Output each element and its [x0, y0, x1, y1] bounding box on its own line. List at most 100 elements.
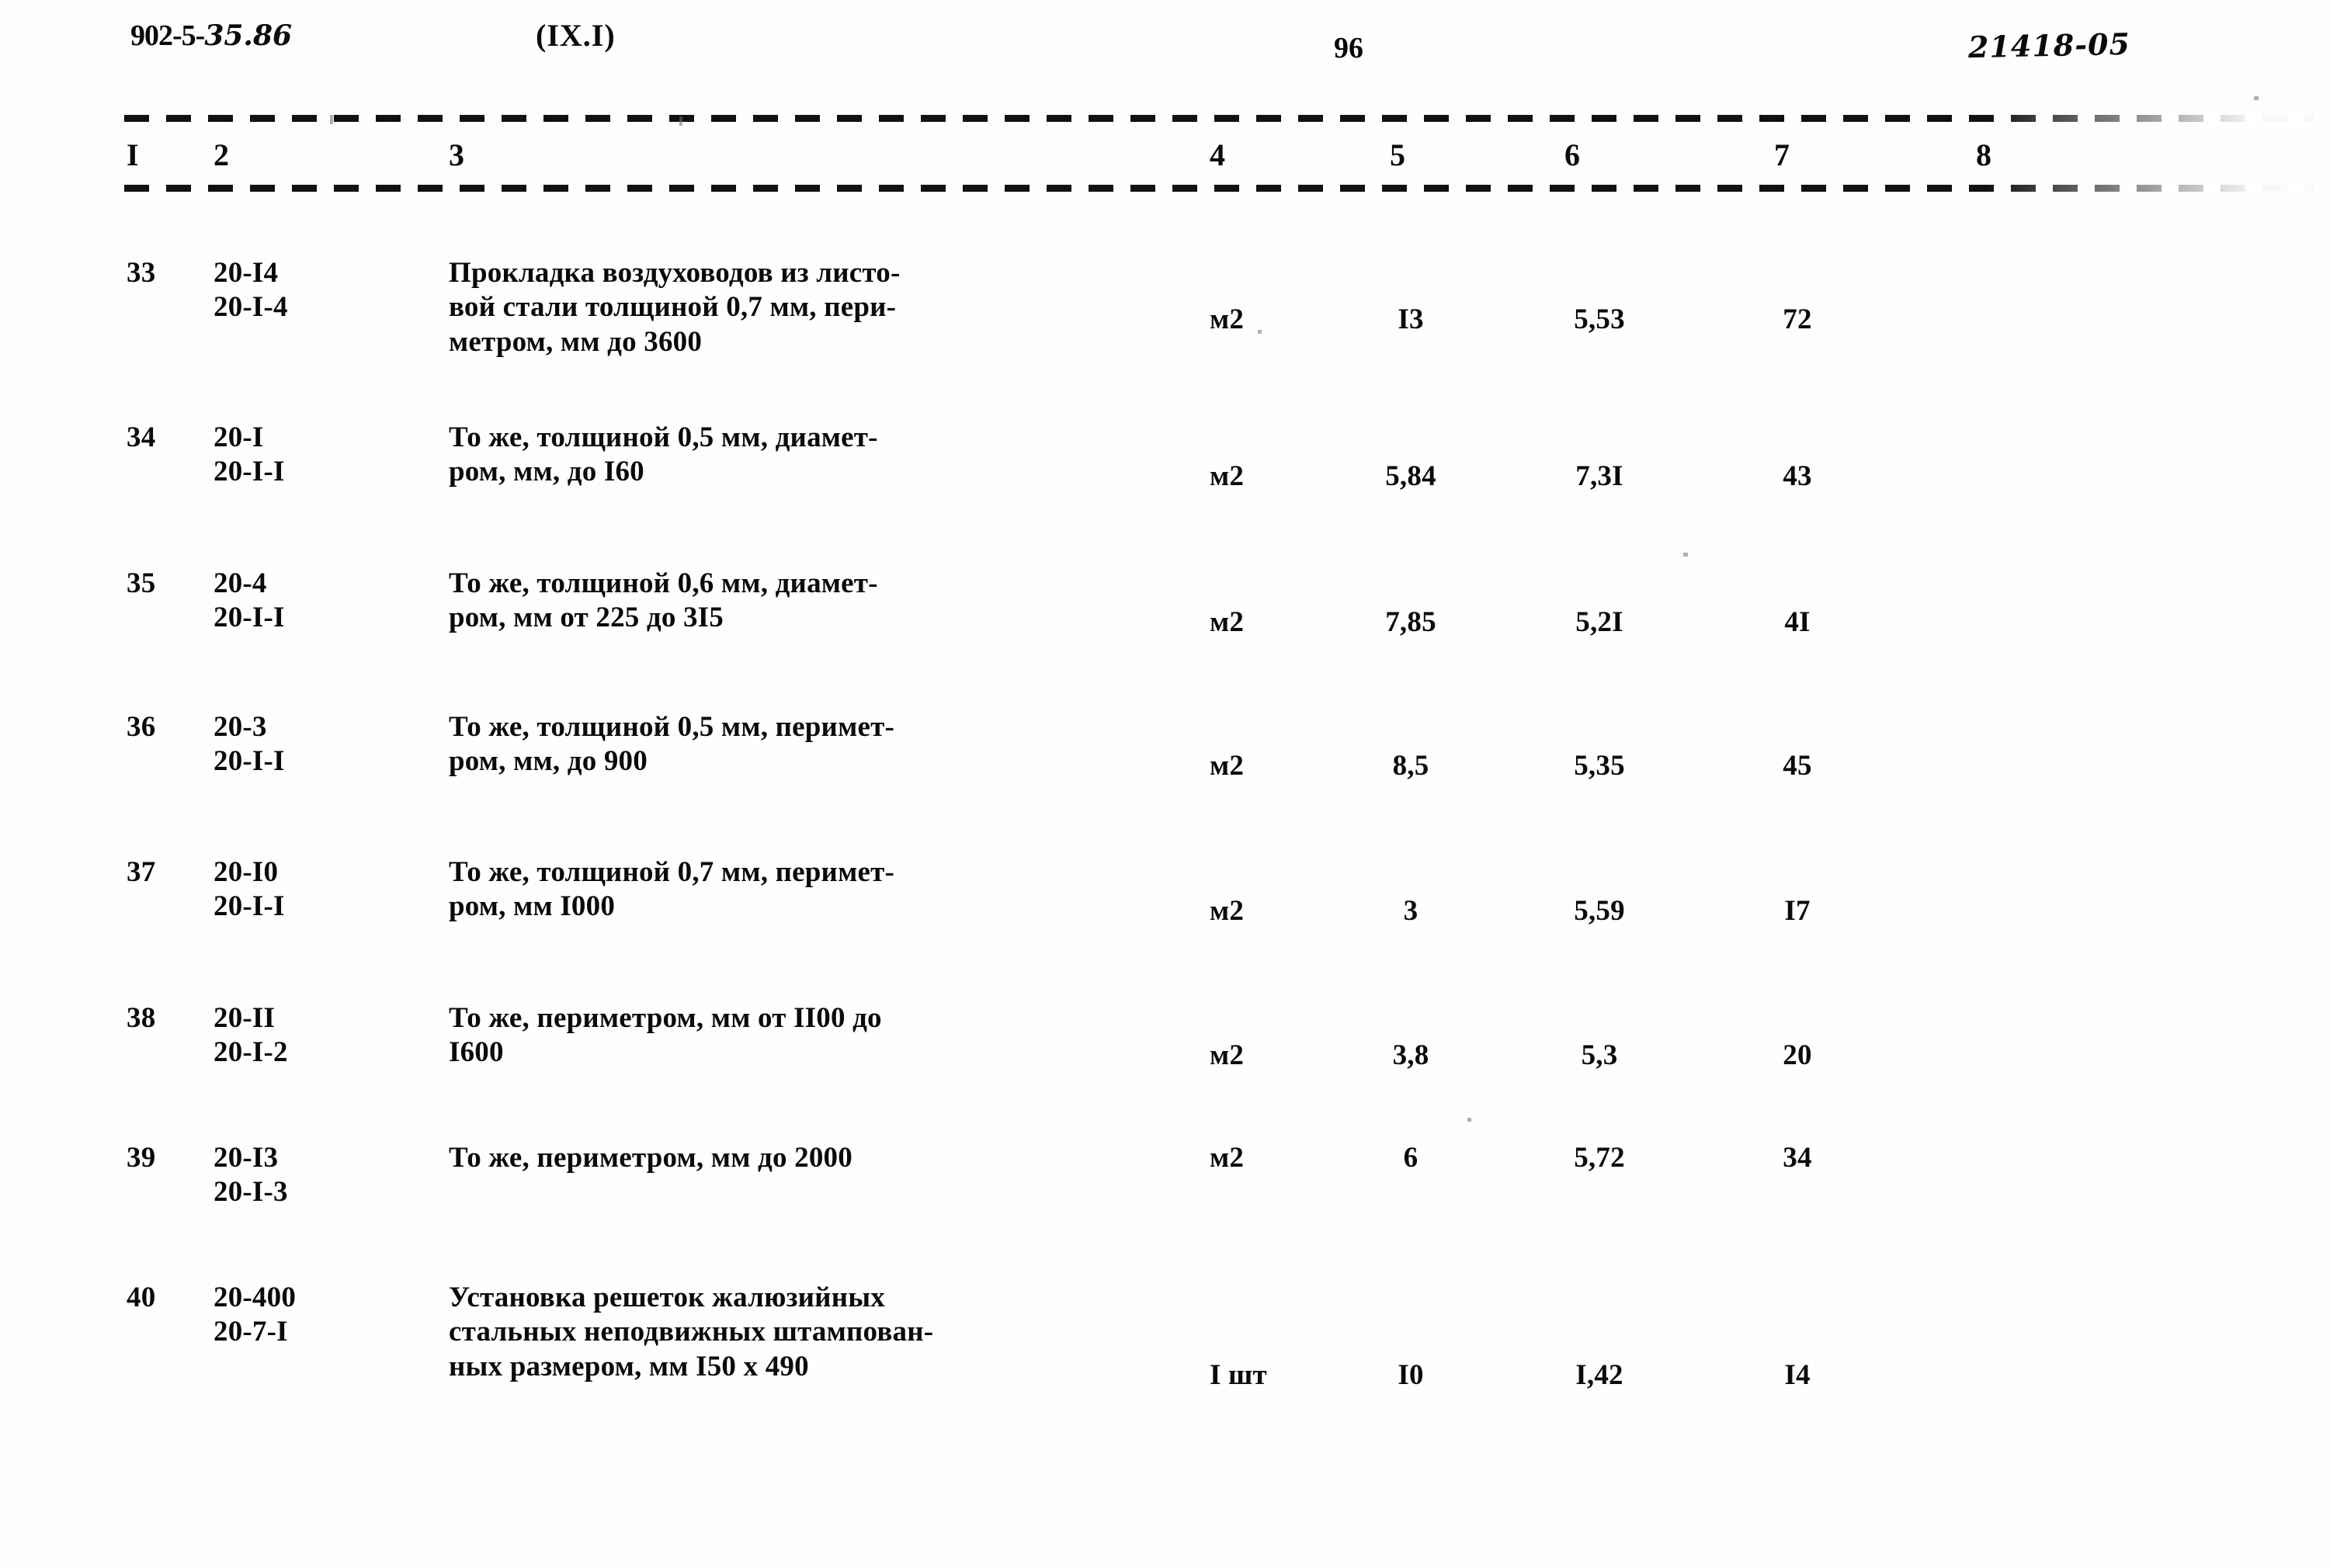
scan-speck — [1258, 330, 1262, 334]
column-number-3: 3 — [449, 137, 464, 172]
row-description: Установка решеток жалюзийных стальных неп… — [449, 1281, 1194, 1384]
row-value-6: 5,53 — [1574, 304, 1625, 335]
column-number-6: 6 — [1564, 137, 1580, 172]
row-description: То же, толщиной 0,5 мм, диамет-ром, мм, … — [449, 421, 1194, 490]
scan-speck — [2254, 96, 2259, 100]
column-number-4: 4 — [1210, 137, 1225, 172]
column-number-5: 5 — [1390, 137, 1405, 172]
column-number-7: 7 — [1774, 137, 1790, 172]
page-header: 902-5-35.86 (IX.I) 96 21418-05 — [0, 14, 2330, 68]
row-item-number: 37 — [127, 856, 156, 888]
row-description-line: То же, толщиной 0,6 мм, диамет- — [449, 567, 878, 599]
row-norm-codes: 20-4 20-I-I — [214, 567, 415, 636]
row-value-7: 4I — [1784, 606, 1811, 638]
document-code-prefix: 902-5- — [130, 19, 205, 52]
row-description: Прокладка воздуховодов из листо-вой стал… — [449, 256, 1194, 359]
row-description-line: То же, толщиной 0,7 мм, перимет- — [449, 856, 894, 888]
row-value-5: 3 — [1403, 895, 1418, 927]
row-unit: м2 — [1210, 460, 1245, 492]
column-number-2: 2 — [214, 137, 229, 172]
row-value-7: 20 — [1783, 1039, 1812, 1071]
document-code-suffix: 35.86 — [204, 19, 293, 52]
row-norm-code-bottom: 20-I-3 — [214, 1176, 288, 1209]
scan-speck — [679, 116, 682, 126]
row-value-5: 6 — [1403, 1142, 1418, 1174]
row-norm-code-top: 20-3 — [214, 711, 267, 743]
row-item-number: 39 — [127, 1142, 156, 1174]
section-reference: (IX.I) — [536, 18, 616, 53]
row-norm-code-bottom: 20-I-I — [214, 890, 285, 923]
row-description-line: ром, мм, до I60 — [449, 456, 644, 488]
row-description: То же, периметром, мм от II00 до I600 — [449, 1001, 1194, 1070]
row-value-7: I4 — [1784, 1359, 1811, 1391]
row-value-7: 34 — [1783, 1142, 1812, 1174]
row-description-line: стальных неподвижных штампован- — [449, 1316, 934, 1348]
row-description-line: То же, толщиной 0,5 мм, перимет- — [449, 711, 894, 743]
row-item-number: 33 — [127, 257, 156, 289]
row-norm-code-bottom: 20-7-I — [214, 1316, 288, 1348]
row-value-5: 3,8 — [1392, 1039, 1429, 1071]
row-description-line: Прокладка воздуховодов из листо- — [449, 257, 901, 289]
row-norm-code-top: 20-I — [214, 421, 264, 453]
row-unit: I шт — [1210, 1359, 1267, 1391]
row-description: То же, толщиной 0,5 мм, перимет-ром, мм,… — [449, 710, 1194, 779]
scan-speck — [1467, 1118, 1471, 1122]
row-norm-codes: 20-400 20-7-I — [214, 1281, 415, 1350]
row-unit: м2 — [1210, 606, 1245, 638]
row-norm-code-bottom: 20-I-2 — [214, 1036, 288, 1069]
document-code: 902-5-35.86 — [130, 19, 292, 53]
row-norm-code-bottom: 20-I-I — [214, 745, 285, 778]
row-description-line: I600 — [449, 1036, 504, 1069]
row-description-line: ром, мм, до 900 — [449, 745, 648, 778]
row-norm-codes: 20-II 20-I-2 — [214, 1001, 415, 1070]
row-value-6: 5,3 — [1581, 1039, 1618, 1071]
column-number-1: I — [127, 137, 139, 172]
row-unit: м2 — [1210, 750, 1245, 782]
row-unit: м2 — [1210, 1039, 1245, 1071]
header-dashed-rule-bottom — [124, 185, 2314, 192]
row-norm-codes: 20-3 20-I-I — [214, 710, 415, 779]
row-value-6: 7,3I — [1575, 460, 1623, 492]
header-dashed-rule-top — [124, 115, 2314, 122]
row-description: То же, толщиной 0,6 мм, диамет-ром, мм о… — [449, 567, 1194, 636]
column-number-row: I 2 3 4 5 6 7 8 — [0, 137, 2330, 182]
row-norm-codes: 20-I0 20-I-I — [214, 855, 415, 924]
row-item-number: 38 — [127, 1002, 156, 1034]
row-norm-codes: 20-I4 20-I-4 — [214, 256, 415, 325]
row-value-5: I0 — [1398, 1359, 1424, 1391]
row-description-line: ром, мм I000 — [449, 890, 616, 923]
row-description-line: То же, толщиной 0,5 мм, диамет- — [449, 421, 878, 453]
row-description: То же, периметром, мм до 2000 — [449, 1141, 1194, 1175]
row-value-5: I3 — [1398, 304, 1424, 335]
row-description-line: Установка решеток жалюзийных — [449, 1282, 886, 1313]
row-description-line: То же, периметром, мм от II00 до — [449, 1002, 882, 1034]
row-norm-code-top: 20-I0 — [214, 856, 279, 888]
row-norm-codes: 20-I3 20-I-3 — [214, 1141, 415, 1210]
row-value-6: 5,72 — [1574, 1142, 1625, 1174]
page-number: 96 — [1334, 32, 1363, 64]
row-norm-code-top: 20-II — [214, 1002, 276, 1034]
row-description-line: метром, мм до 3600 — [449, 325, 703, 358]
row-description-line: ром, мм от 225 до 3I5 — [449, 602, 724, 634]
row-item-number: 35 — [127, 567, 156, 599]
row-value-5: 7,85 — [1385, 606, 1436, 638]
row-value-7: 45 — [1783, 750, 1812, 782]
row-norm-code-top: 20-400 — [214, 1282, 297, 1313]
row-norm-code-bottom: 20-I-4 — [214, 291, 288, 324]
row-value-5: 8,5 — [1392, 750, 1429, 782]
row-value-5: 5,84 — [1385, 460, 1436, 492]
row-value-7: 72 — [1783, 304, 1812, 335]
row-norm-code-top: 20-4 — [214, 567, 267, 599]
column-number-8: 8 — [1976, 137, 1991, 172]
row-value-6: 5,2I — [1575, 606, 1623, 638]
row-unit: м2 — [1210, 1142, 1245, 1174]
scan-speck — [1683, 553, 1688, 557]
row-value-6: 5,59 — [1574, 895, 1625, 927]
scan-speck — [330, 115, 333, 124]
row-norm-code-top: 20-I3 — [214, 1142, 279, 1174]
row-description: То же, толщиной 0,7 мм, перимет-ром, мм … — [449, 855, 1194, 924]
scanned-page: 902-5-35.86 (IX.I) 96 21418-05 I 2 3 4 5… — [0, 0, 2330, 1568]
row-norm-code-bottom: 20-I-I — [214, 602, 285, 634]
row-description-line: То же, периметром, мм до 2000 — [449, 1142, 852, 1174]
row-item-number: 40 — [127, 1282, 156, 1313]
